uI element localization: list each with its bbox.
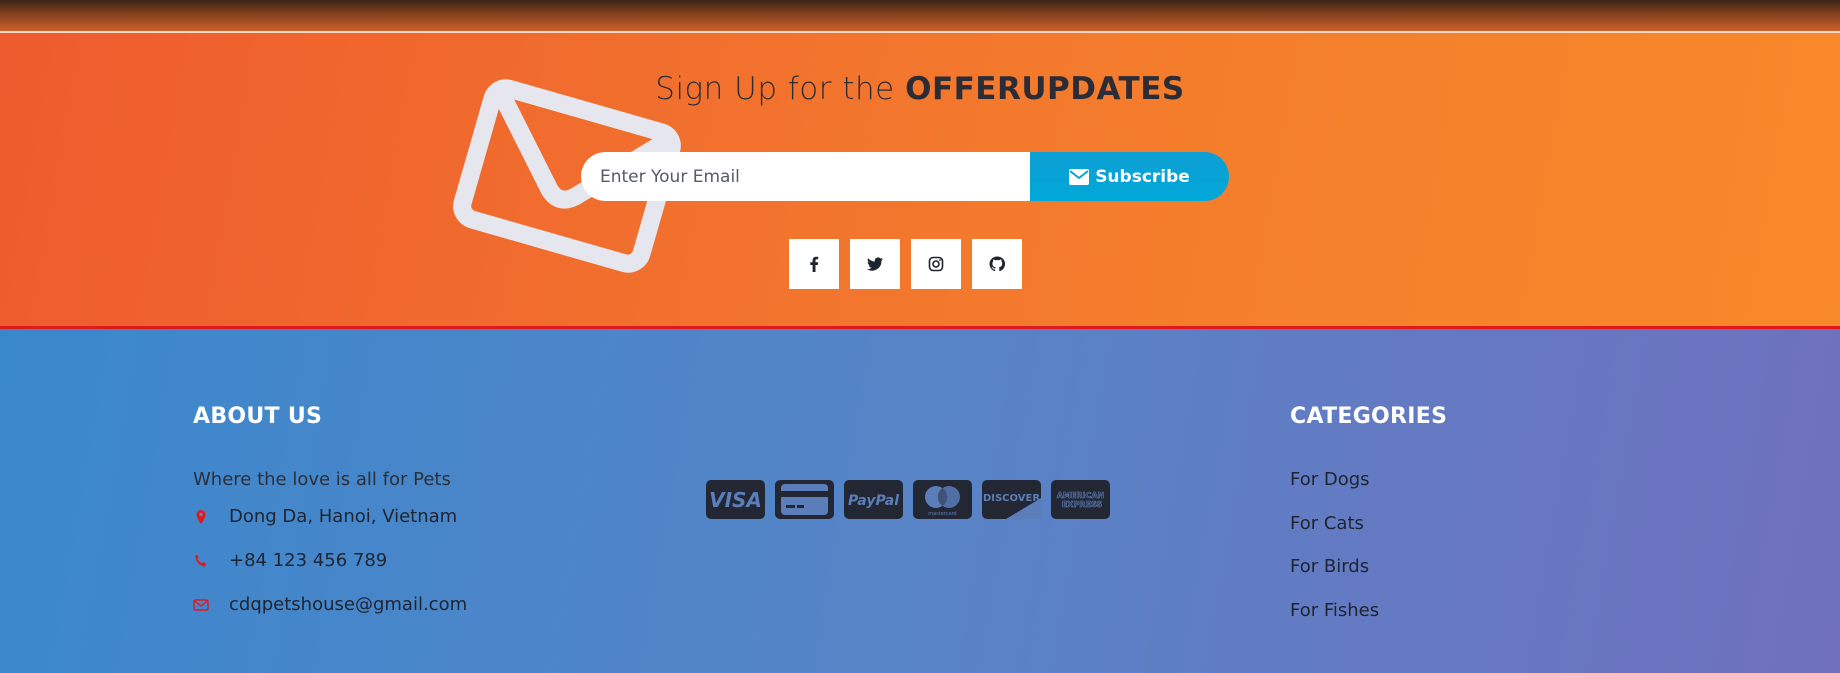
newsletter-title-prefix: Sign Up for the xyxy=(655,71,906,107)
categories-heading: CATEGORIES xyxy=(1290,404,1448,429)
contact-phone: +84 123 456 789 xyxy=(193,550,387,571)
newsletter-section: Sign Up for the OFFERUPDATES Subscribe xyxy=(0,33,1840,329)
subscribe-label: Subscribe xyxy=(1095,166,1190,187)
discover-card-icon: DISCOVER xyxy=(982,480,1041,519)
payment-methods: VISA PayPal mastercard DISCOVER AMERICAN… xyxy=(706,480,1110,519)
category-link-birds[interactable]: For Birds xyxy=(1290,556,1369,577)
mastercard-label: mastercard xyxy=(928,511,956,517)
contact-address: Dong Da, Hanoi, Vietnam xyxy=(193,506,457,527)
envelope-small-icon xyxy=(1069,168,1090,185)
contact-email: cdqpetshouse@gmail.com xyxy=(193,594,467,615)
about-heading: ABOUT US xyxy=(193,404,323,429)
instagram-icon xyxy=(928,256,944,272)
visa-label: VISA xyxy=(709,488,762,512)
newsletter-title: Sign Up for the OFFERUPDATES xyxy=(0,71,1840,107)
github-icon xyxy=(989,256,1005,272)
twitter-icon xyxy=(867,257,883,271)
amex-label-1: AMERICAN xyxy=(1057,491,1105,500)
subscribe-button[interactable]: Subscribe xyxy=(1030,152,1229,201)
category-link-cats[interactable]: For Cats xyxy=(1290,513,1364,534)
address-text: Dong Da, Hanoi, Vietnam xyxy=(229,506,458,527)
email-text: cdqpetshouse@gmail.com xyxy=(229,594,468,615)
discover-label: DISCOVER xyxy=(983,493,1040,504)
mastercard-card-icon: mastercard xyxy=(913,480,972,519)
email-input[interactable] xyxy=(581,152,1030,201)
map-marker-icon xyxy=(193,509,209,525)
footer-section: ABOUT US Where the love is all for Pets … xyxy=(0,329,1840,673)
newsletter-title-bold: OFFERUPDATES xyxy=(905,71,1185,107)
amex-card-icon: AMERICAN EXPRESS xyxy=(1051,480,1110,519)
about-description: Where the love is all for Pets xyxy=(193,469,451,490)
visa-card-icon: VISA xyxy=(706,480,765,519)
github-link[interactable] xyxy=(972,239,1022,289)
phone-text: +84 123 456 789 xyxy=(229,550,388,571)
amex-label-2: EXPRESS xyxy=(1062,500,1103,509)
header-bottom-edge xyxy=(0,0,1840,33)
facebook-link[interactable] xyxy=(789,239,839,289)
instagram-link[interactable] xyxy=(911,239,961,289)
facebook-icon xyxy=(810,256,819,272)
phone-icon xyxy=(193,553,209,569)
paypal-card-icon: PayPal xyxy=(844,480,903,519)
twitter-link[interactable] xyxy=(850,239,900,289)
category-link-dogs[interactable]: For Dogs xyxy=(1290,469,1370,490)
credit-card-icon xyxy=(775,480,834,519)
paypal-label: PayPal xyxy=(848,493,899,509)
envelope-outline-icon xyxy=(193,597,209,613)
category-link-fishes[interactable]: For Fishes xyxy=(1290,600,1379,621)
